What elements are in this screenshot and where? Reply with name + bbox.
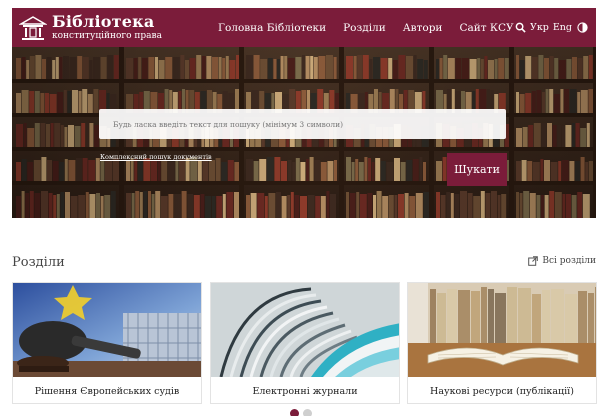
card-label: Рішення Європейських судів bbox=[34, 385, 180, 397]
site-title: Бібліотека bbox=[52, 12, 155, 31]
carousel-dot-active[interactable] bbox=[290, 409, 299, 416]
accessibility-icon[interactable] bbox=[577, 22, 588, 33]
section-card-european-courts[interactable]: Рішення Європейських судів bbox=[12, 282, 202, 404]
sections-carousel: Рішення Європейських судів Електронні жу… bbox=[12, 282, 597, 404]
card-label: Електронні журнали bbox=[252, 385, 358, 397]
card-label: Наукові ресурси (публікації) bbox=[430, 385, 574, 397]
site-subtitle: конституційного права bbox=[52, 31, 162, 41]
library-building-icon bbox=[19, 15, 47, 40]
external-link-icon bbox=[528, 256, 539, 266]
magazines-image bbox=[211, 283, 399, 377]
search-field-wrapper bbox=[99, 109, 506, 139]
site-header: Бібліотека конституційного права Головна… bbox=[12, 8, 596, 47]
all-sections-label: Всі розділи bbox=[542, 256, 596, 266]
sections-heading: Розділи bbox=[12, 255, 65, 270]
section-card-scientific-resources[interactable]: Наукові ресурси (публікації) bbox=[407, 282, 597, 404]
hero-banner: Комплексний пошук документів Шукати bbox=[12, 47, 596, 218]
advanced-search-link[interactable]: Комплексний пошук документів bbox=[100, 153, 212, 161]
nav-authors[interactable]: Автори bbox=[403, 22, 443, 34]
lang-ukr[interactable]: Укр bbox=[530, 22, 549, 33]
main-nav: Головна Бібліотеки Розділи Автори Сайт К… bbox=[218, 8, 514, 47]
search-input[interactable] bbox=[113, 119, 506, 129]
lang-eng[interactable]: Eng bbox=[553, 22, 572, 33]
nav-home[interactable]: Головна Бібліотеки bbox=[218, 22, 326, 34]
nav-ksu-site[interactable]: Сайт КСУ bbox=[459, 22, 513, 34]
site-logo[interactable]: Бібліотека конституційного права bbox=[19, 14, 162, 42]
search-icon[interactable] bbox=[515, 22, 526, 33]
carousel-dot[interactable] bbox=[303, 409, 312, 416]
court-gavel-image bbox=[13, 283, 201, 377]
nav-sections[interactable]: Розділи bbox=[343, 22, 386, 34]
search-button[interactable]: Шукати bbox=[447, 153, 507, 186]
all-sections-link[interactable]: Всі розділи bbox=[528, 256, 596, 266]
carousel-pagination bbox=[290, 409, 316, 416]
section-card-journals[interactable]: Електронні журнали bbox=[210, 282, 400, 404]
open-book-image bbox=[408, 283, 596, 377]
